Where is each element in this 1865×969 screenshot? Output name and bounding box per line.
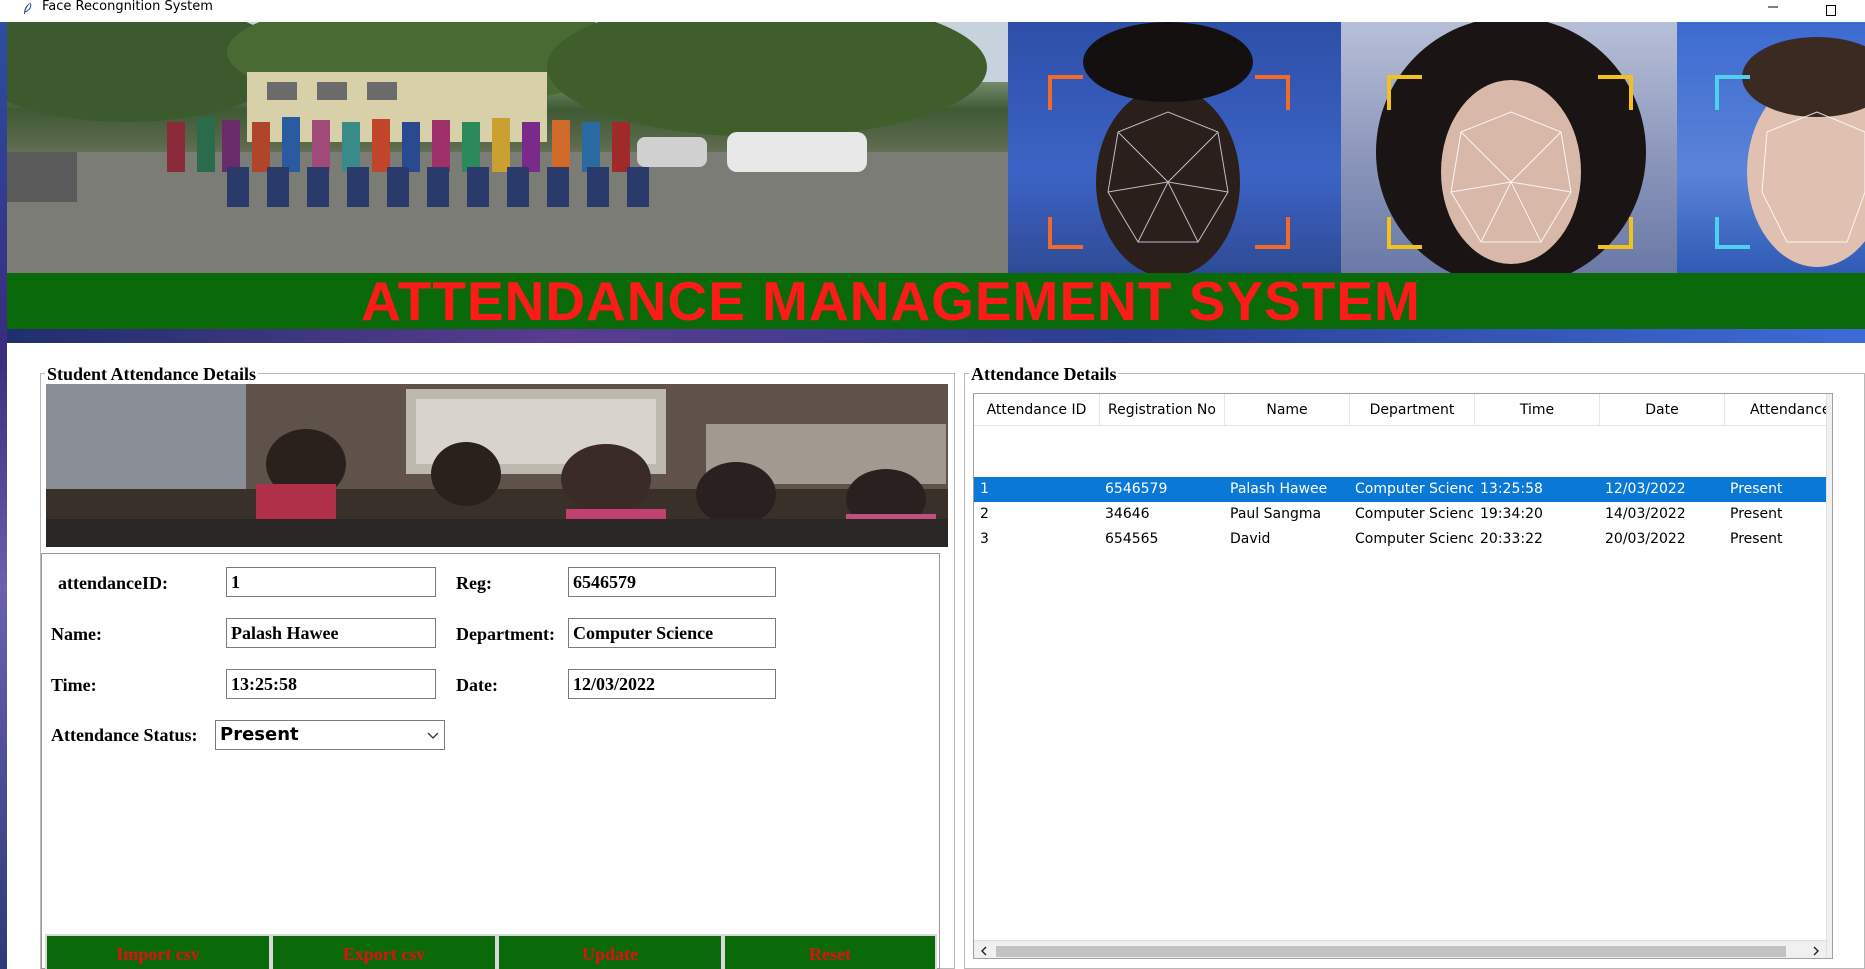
column-header-department[interactable]: Department <box>1350 394 1475 426</box>
window-title: Face Recongnition System <box>42 0 213 14</box>
table-cell: Palash Hawee <box>1230 481 1328 497</box>
attendance-status-dropdown[interactable]: Present <box>215 720 445 750</box>
classroom-image <box>46 384 948 547</box>
vertical-scrollbar[interactable] <box>1826 394 1833 958</box>
table-cell: 2 <box>980 506 989 522</box>
table-cell: Present <box>1730 531 1783 547</box>
column-header-date[interactable]: Date <box>1600 394 1725 426</box>
title-bar: Face Recongnition System <box>0 0 1865 22</box>
desktop-edge <box>0 22 7 969</box>
table-cell: 13:25:58 <box>1480 481 1543 497</box>
attendance-details-title: Attendance Details <box>969 364 1119 384</box>
feather-icon <box>24 2 32 14</box>
table-cell: 1 <box>980 481 989 497</box>
scroll-down-button[interactable] <box>1829 922 1833 938</box>
table-cell: Computer Scienc <box>1355 506 1473 522</box>
department-label: Department: <box>456 624 555 644</box>
page-title: ATTENDANCE MANAGEMENT SYSTEM <box>361 270 1421 332</box>
maximize-icon <box>1826 5 1836 16</box>
status-label: Attendance Status: <box>51 725 198 745</box>
reg-label: Reg: <box>456 573 492 593</box>
face-scan-image-1 <box>1008 22 1341 273</box>
reset-button[interactable]: Reset <box>723 934 937 969</box>
attendance-id-label: attendanceID: <box>58 573 168 593</box>
scroll-right-button[interactable] <box>1808 943 1824 958</box>
table-cell: 19:34:20 <box>1480 506 1543 522</box>
reg-field[interactable]: 6546579 <box>568 567 776 597</box>
attendance-status-value: Present <box>220 724 299 745</box>
table-cell: Paul Sangma <box>1230 506 1322 522</box>
table-cell: 654565 <box>1105 531 1159 547</box>
minimize-icon <box>1768 6 1778 8</box>
table-cell: Present <box>1730 481 1783 497</box>
table-cell: Computer Scienc <box>1355 481 1473 497</box>
maximize-button[interactable] <box>1808 0 1854 22</box>
table-cell: 12/03/2022 <box>1605 481 1686 497</box>
app-window: Face Recongnition System ATTENDANCE MANA… <box>0 0 1865 969</box>
export-csv-button[interactable]: Export csv <box>271 934 497 969</box>
column-header-registration-no[interactable]: Registration No <box>1100 394 1225 426</box>
department-field[interactable]: Computer Science <box>568 618 776 648</box>
table-cell: David <box>1230 531 1271 547</box>
scroll-left-button[interactable] <box>976 943 992 958</box>
update-button[interactable]: Update <box>497 934 723 969</box>
table-cell: 14/03/2022 <box>1605 506 1686 522</box>
group-photo-drawing <box>7 22 1008 273</box>
table-cell: 20/03/2022 <box>1605 531 1686 547</box>
table-cell: Present <box>1730 506 1783 522</box>
table-cell: 3 <box>980 531 989 547</box>
column-header-attendance[interactable]: Attendance <box>1725 394 1826 426</box>
import-csv-button[interactable]: Import csv <box>45 934 271 969</box>
column-header-time[interactable]: Time <box>1475 394 1600 426</box>
attendance-id-field[interactable]: 1 <box>226 567 436 597</box>
name-field[interactable]: Palash Hawee <box>226 618 436 648</box>
attendance-form <box>41 553 940 969</box>
scroll-up-button[interactable] <box>1829 396 1833 412</box>
table-cell: Computer Scienc <box>1355 531 1473 547</box>
horizontal-scroll-thumb[interactable] <box>996 946 1786 957</box>
column-header-name[interactable]: Name <box>1225 394 1350 426</box>
chevron-left-icon <box>981 946 987 956</box>
table-cell: 6546579 <box>1105 481 1168 497</box>
student-attendance-title: Student Attendance Details <box>45 364 259 384</box>
chevron-up-icon <box>1832 400 1833 408</box>
column-header-attendance-id[interactable]: Attendance ID <box>974 394 1100 426</box>
table-header: Attendance ID Registration No Name Depar… <box>974 394 1826 426</box>
table-row[interactable]: 2 34646 Paul Sangma Computer Scienc 19:3… <box>974 502 1826 527</box>
attendance-table[interactable]: Attendance ID Registration No Name Depar… <box>973 393 1833 959</box>
table-cell: 20:33:22 <box>1480 531 1543 547</box>
group-photo-image <box>7 22 1008 273</box>
date-label: Date: <box>456 675 498 695</box>
table-cell: 34646 <box>1105 506 1150 522</box>
minimize-button[interactable] <box>1750 0 1796 22</box>
date-field[interactable]: 12/03/2022 <box>568 669 776 699</box>
name-label: Name: <box>51 624 102 644</box>
face-scan-image-2 <box>1341 22 1677 273</box>
table-row[interactable]: 1 6546579 Palash Hawee Computer Scienc 1… <box>974 477 1826 502</box>
chevron-right-icon <box>1813 946 1819 956</box>
decorative-band <box>7 329 1865 343</box>
headline-banner: ATTENDANCE MANAGEMENT SYSTEM <box>7 273 1865 329</box>
time-label: Time: <box>51 675 97 695</box>
time-field[interactable]: 13:25:58 <box>226 669 436 699</box>
table-row[interactable]: 3 654565 David Computer Scienc 20:33:22 … <box>974 527 1826 552</box>
face-scan-image-3 <box>1677 22 1865 273</box>
chevron-down-icon <box>427 732 439 739</box>
chevron-down-icon <box>1832 926 1833 934</box>
horizontal-scrollbar[interactable] <box>974 940 1826 958</box>
